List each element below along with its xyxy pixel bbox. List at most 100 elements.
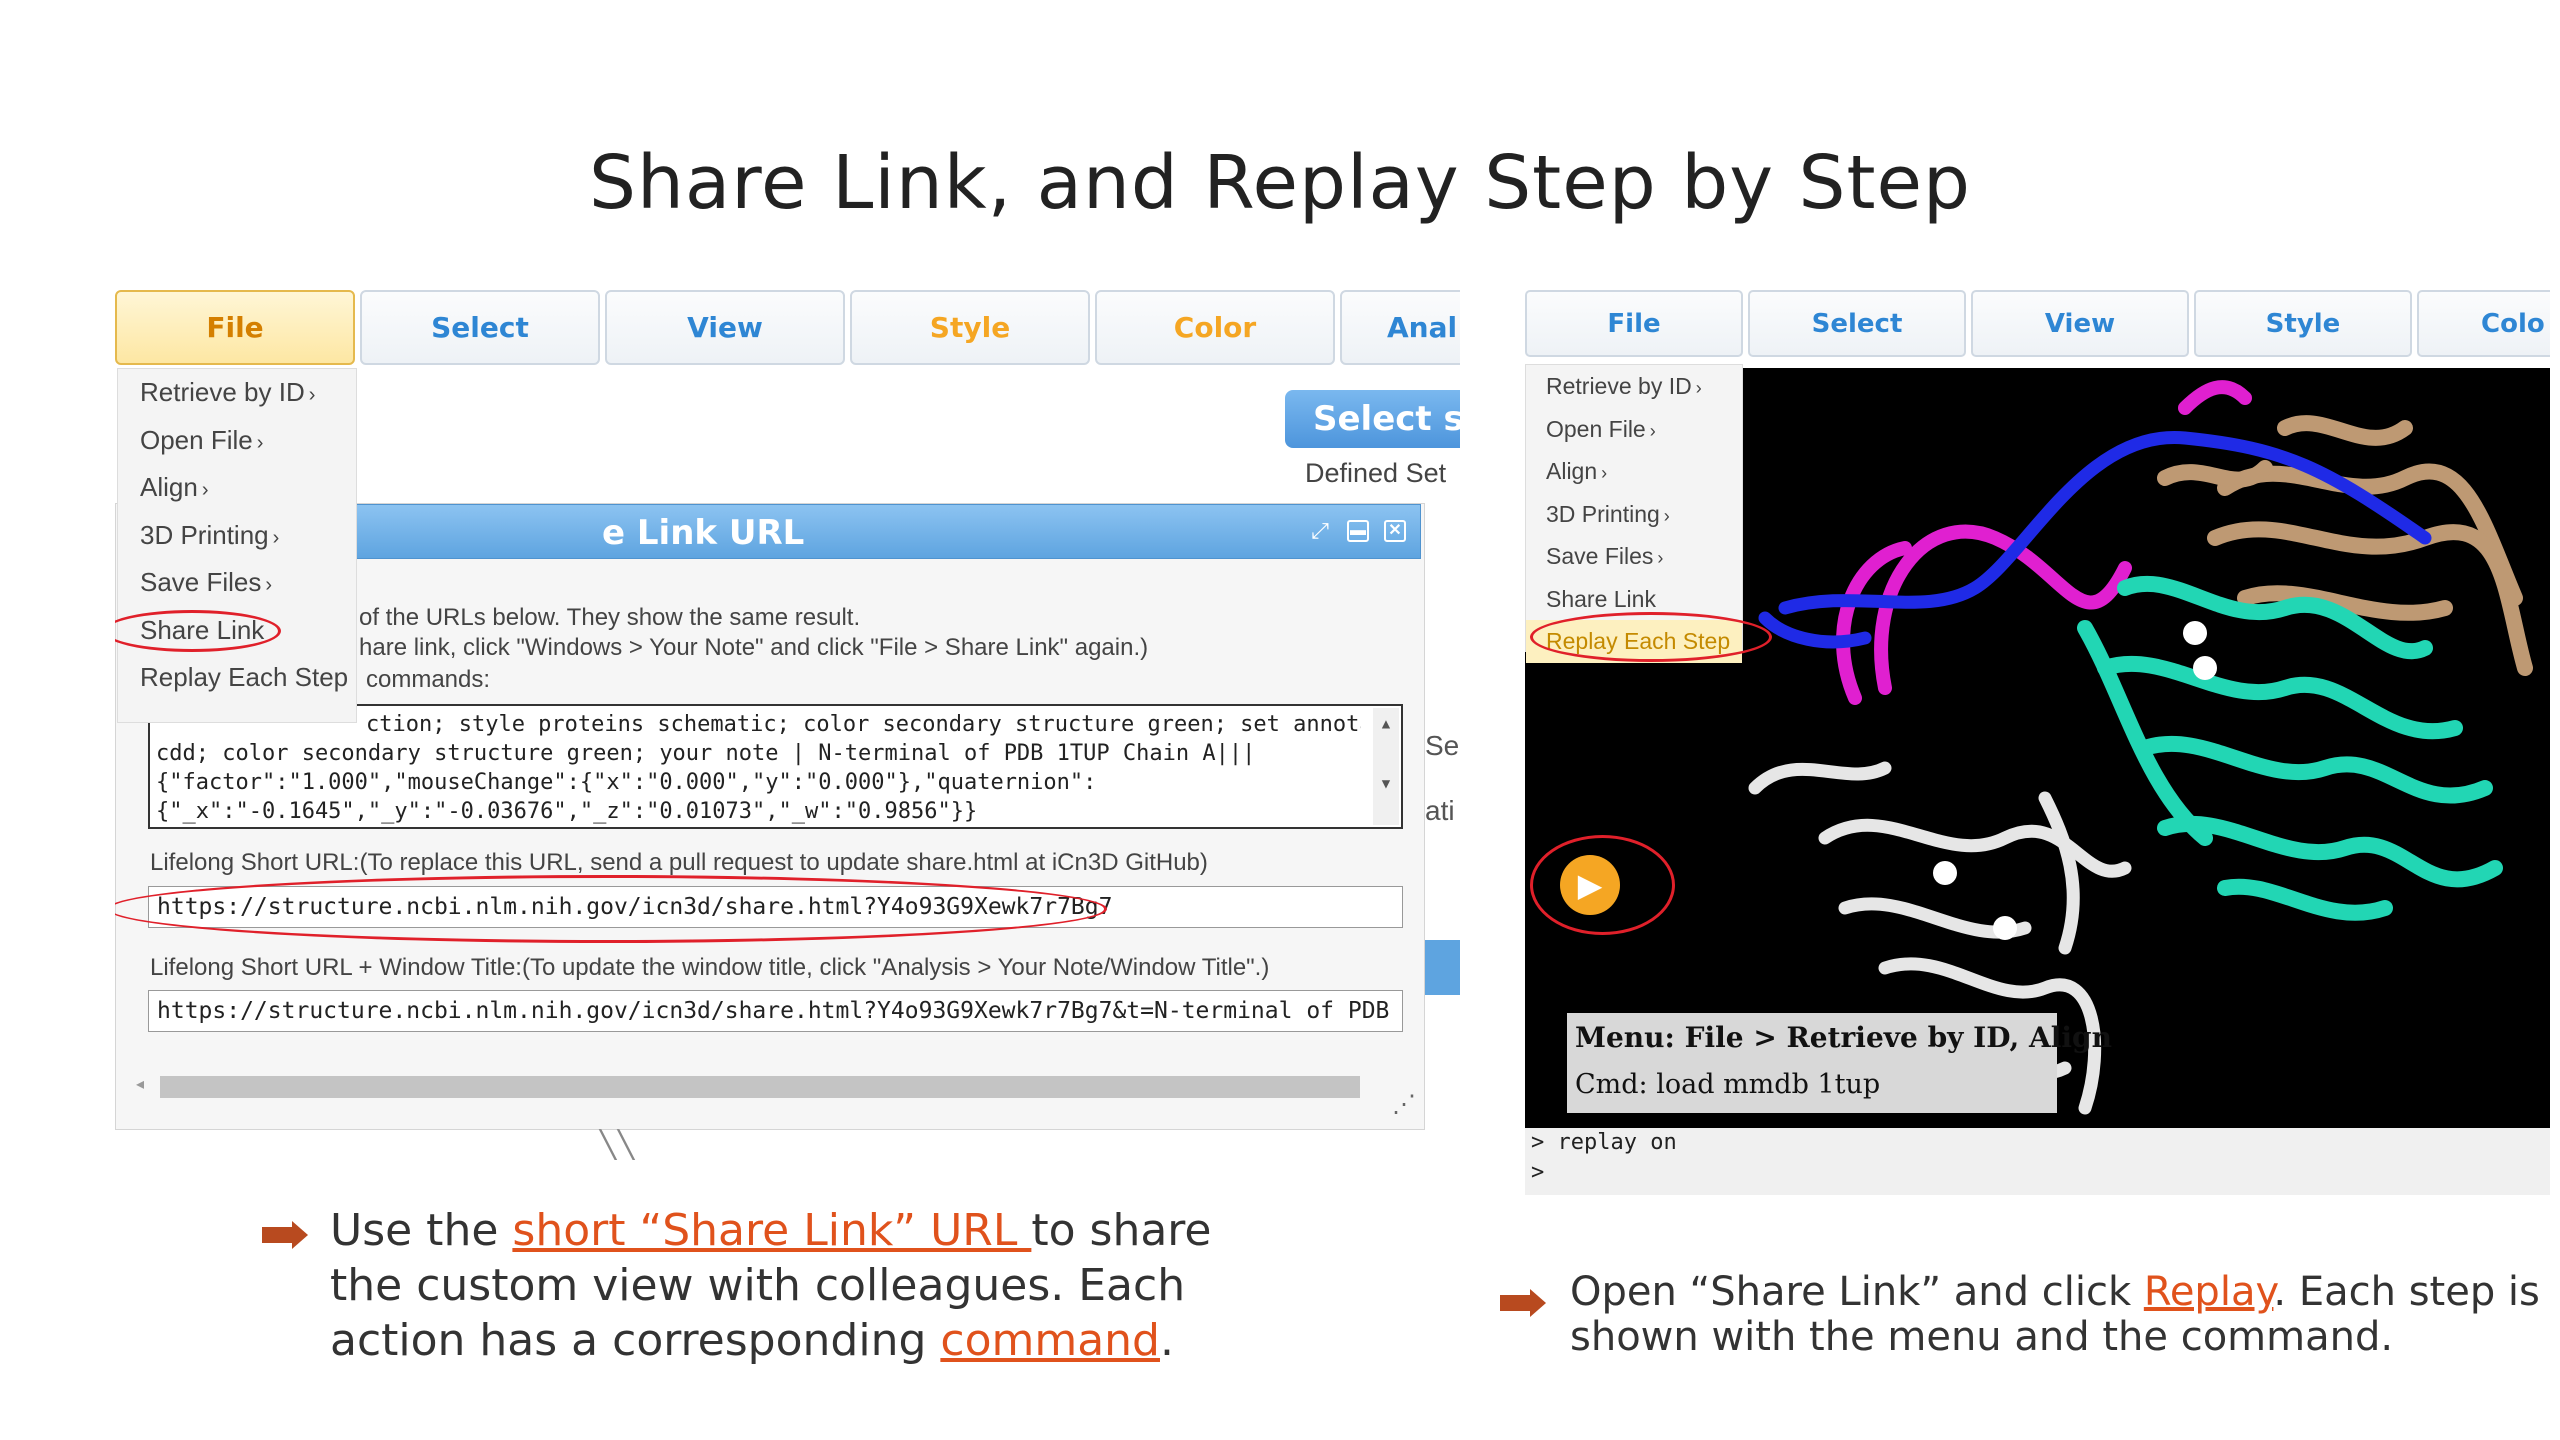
scrollbar-track[interactable] [160,1076,1360,1098]
right-menubar: File Select View Style Colo [1525,290,2550,357]
menu-item-align[interactable]: Align › [118,464,356,512]
menu-item-label: Retrieve by ID [1546,373,1692,399]
menu-item-save-files[interactable]: Save Files › [1526,535,1742,578]
menu-item-label: Share Link [1546,585,1656,612]
menu-item-label: Save Files [140,567,262,597]
left-bullet-line2: the custom view with colleagues. Each [330,1260,1186,1311]
chevron-right-icon: › [1695,378,1702,398]
right-bullet-line1: Open “Share Link” and click Replay. Each… [1570,1270,2540,1315]
bullet-arrow-icon [1500,1289,1546,1317]
scroll-left-icon[interactable]: ◂ [136,1074,144,1094]
replay-command-text: Cmd: load mmdb 1tup [1575,1069,1881,1100]
file-menu: Retrieve by ID › Open File › Align › 3D Pri… [117,368,357,723]
command-line: {"_x":"-0.1645","_y":"-0.03676","_z":"0.… [156,799,978,824]
menu-item-label: 3D Printing [140,519,269,550]
tab-file[interactable]: File [115,290,355,365]
right-bullet-text: Open “Share Link” and click Replay. Each… [1570,1270,2540,1360]
scroll-up-icon[interactable]: ▲ [1373,710,1399,739]
chevron-right-icon: › [272,526,280,549]
bg-select-label: Sel [1425,730,1460,761]
menu-item-label: Replay Each Step [140,662,349,692]
replay-info-panel: Menu: File > Retrieve by ID, Align Cmd: … [1567,1013,2112,1113]
chevron-right-icon: › [1663,505,1670,526]
menu-item-label: Retrieve by ID [140,377,305,407]
expand-icon[interactable]: ⤢ [1309,520,1331,542]
close-icon[interactable]: ✕ [1384,520,1406,542]
file-menu: Retrieve by ID › Open File › Align › 3D Pri… [1525,364,1743,663]
scroll-down-icon[interactable]: ▼ [1373,770,1399,799]
dialog-desc-line2: hare link, click "Windows > Your Note" a… [359,634,1149,661]
chevron-right-icon: › [1649,420,1656,441]
short-url-label: Lifelong Short URL:(To replace this URL,… [150,849,1208,877]
play-button-highlight [1530,835,1675,935]
right-screenshot: File Select View Style Colo Menu: File >… [1525,290,2550,1195]
chevron-right-icon: › [256,431,264,454]
replay-step-highlight [1530,612,1772,662]
select-sets-button[interactable]: Select s [1285,390,1460,448]
title-url-label: Lifelong Short URL + Window Title:(To up… [150,954,1270,981]
text-segment: Open “Share Link” and click [1570,1269,2144,1315]
replay-menu-text: Menu: File > Retrieve by ID, Align [1575,1021,2112,1054]
menu-item-label: 3D Printing [1546,500,1660,527]
chevron-right-icon: › [308,384,316,406]
resize-grip-icon[interactable]: ⋰ [1392,1090,1416,1119]
command-console[interactable]: > replay on > [1525,1128,2550,1195]
text-segment: action has a corresponding [330,1315,941,1366]
menu-item-open-file[interactable]: Open File › [1526,408,1742,451]
dialog-desc-line1: of the URLs below. They show the same re… [359,604,861,631]
vertical-scrollbar[interactable]: ▲ ▼ [1373,708,1399,825]
commands-label: commands: [366,666,491,693]
menu-item-align[interactable]: Align › [1526,450,1742,493]
text-segment: Use the [330,1205,513,1256]
tab-select[interactable]: Select [1748,290,1966,357]
text-segment: . [1160,1315,1174,1366]
tab-style[interactable]: Style [2194,290,2412,357]
horizontal-scrollbar[interactable]: ◂ [130,1072,1390,1098]
tab-view[interactable]: View [605,290,845,365]
menu-item-retrieve-by-id[interactable]: Retrieve by ID › [118,369,356,417]
tab-style[interactable]: Style [850,290,1090,365]
text-segment: . Each step is [2273,1269,2540,1315]
chevron-right-icon: › [1601,463,1608,483]
slide-title: Share Link, and Replay Step by Step [589,140,1971,226]
share-link-url-link[interactable]: short “Share Link” URL [512,1205,1031,1256]
tab-select[interactable]: Select [360,290,600,365]
menu-item-label: Open File [1546,415,1646,442]
menu-item-label: Align [1546,458,1598,484]
title-url-input[interactable]: https://structure.ncbi.nlm.nih.gov/icn3d… [148,990,1403,1032]
chevron-right-icon: › [265,574,273,596]
menu-item-3d-printing[interactable]: 3D Printing › [118,512,356,560]
menu-item-save-files[interactable]: Save Files › [118,559,356,607]
menu-item-retrieve-by-id[interactable]: Retrieve by ID › [1526,365,1742,408]
dialog-title: e Link URL [602,513,805,553]
short-url-highlight [115,875,1107,943]
menu-item-replay-each-step[interactable]: Replay Each Step [118,654,356,702]
menu-item-label: Open File [140,424,253,455]
chevron-right-icon: › [201,479,209,501]
command-link[interactable]: command [940,1315,1160,1366]
tab-file[interactable]: File [1525,290,1743,357]
console-line: > replay on [1531,1130,1677,1155]
menu-item-3d-printing[interactable]: 3D Printing › [1526,493,1742,536]
text-segment: to share [1031,1205,1212,1256]
replay-link[interactable]: Replay [2144,1269,2274,1315]
bg-fragment: ╲╲ [600,1131,637,1160]
bg-annotation-label: ati [1425,795,1455,826]
left-menubar: File Select View Style Color Anal [115,290,1460,365]
minimize-icon[interactable]: ▬ [1347,520,1369,542]
tab-color[interactable]: Colo [2417,290,2550,357]
chevron-right-icon: › [1657,548,1664,568]
menu-item-open-file[interactable]: Open File › [118,417,356,465]
dialog-header[interactable]: e Link URL ⤢ ▬ ✕ [356,504,1421,559]
menu-item-label: Align [140,472,198,502]
bullet-arrow-icon [262,1221,308,1249]
console-prompt: > [1531,1160,1545,1185]
left-screenshot: File Select View Style Color Anal Select… [115,290,1460,1160]
command-line: {"factor":"1.000","mouseChange":{"x":"0.… [156,770,1097,795]
tab-view[interactable]: View [1971,290,2189,357]
tab-color[interactable]: Color [1095,290,1335,365]
tab-analysis[interactable]: Anal [1340,290,1460,365]
left-bullet-text: Use the short “Share Link” URL to share … [330,1203,1212,1368]
command-line: cdd; color secondary structure green; yo… [156,741,1256,766]
left-bullet-line3: action has a corresponding command. [330,1313,1212,1368]
